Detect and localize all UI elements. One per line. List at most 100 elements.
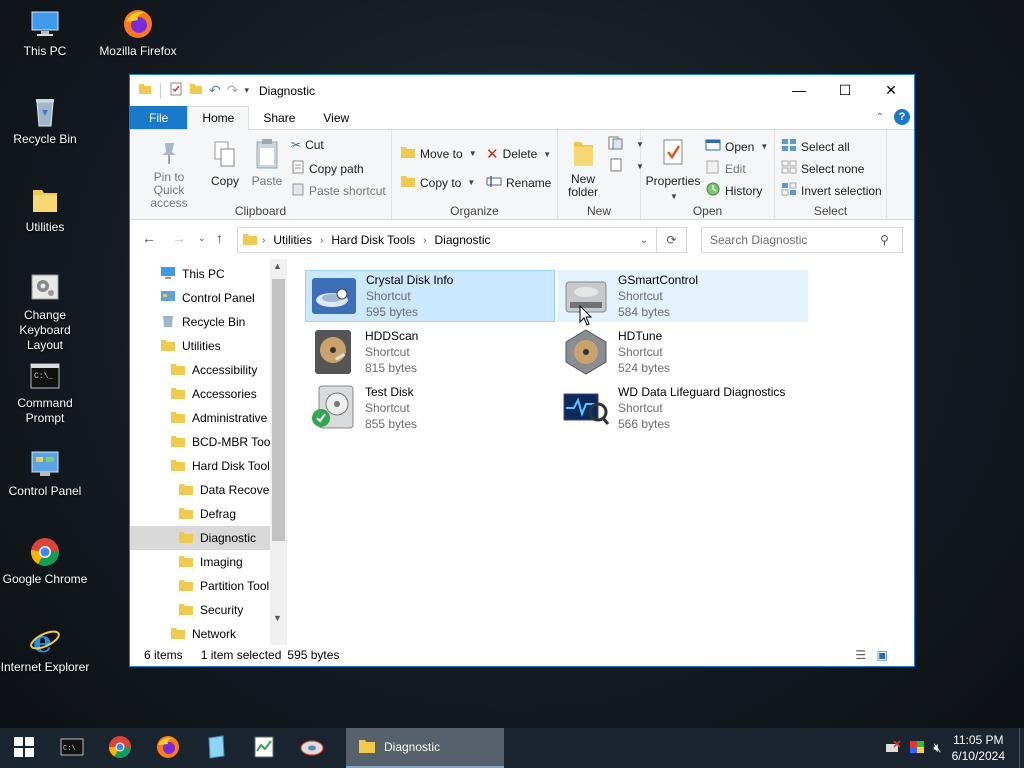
clock-time: 11:05 PM [953,733,1004,747]
file-item-gsmartcontrol[interactable]: GSmartControl Shortcut 584 bytes [558,270,808,322]
file-name: HDTune [618,329,663,343]
minimize-button[interactable]: — [776,75,822,105]
pin-to-quick-access-button[interactable]: Pin to Quick access [136,140,202,210]
delete-button[interactable]: ✕ Delete ▼ [486,145,551,163]
display-color-icon[interactable] [909,740,925,757]
desktop-icon-keyboard-layout[interactable]: Change Keyboard Layout [0,272,90,353]
desktop-icon-label: This PC [23,44,67,58]
paste-button[interactable]: Paste [247,138,287,188]
edit-button[interactable]: Edit [705,160,746,177]
search-box[interactable]: ⚲ [701,227,903,253]
taskbar-task-manager[interactable] [240,728,288,768]
taskbar-firefox[interactable] [144,728,192,768]
taskbar-command-prompt[interactable]: C:\ [48,728,96,768]
status-item-count: 6 items [144,647,183,662]
help-icon[interactable]: ? [894,109,910,125]
taskbar-explorer-diagnostic[interactable]: Diagnostic [346,728,504,768]
tab-home[interactable]: Home [187,106,250,130]
new-item-button[interactable]: ▼ [608,136,644,153]
copy-button[interactable]: Copy [207,140,243,188]
nav-scrollbar[interactable]: ▲ ▼ [270,259,287,645]
maximize-button[interactable]: ☐ [822,75,868,105]
show-desktop-button[interactable] [1019,728,1024,768]
desktop-icon-chrome[interactable]: Google Chrome [0,536,90,587]
desktop-icon-recycle-bin[interactable]: Recycle Bin [0,96,90,147]
file-item-hdtune[interactable]: HDTune Shortcut 524 bytes [558,326,808,378]
paste-shortcut-button[interactable]: Paste shortcut [291,182,386,199]
open-button[interactable]: Open ▼ [705,138,768,155]
undo-icon[interactable]: ↶ [209,82,221,99]
breadcrumb-diagnostic[interactable]: Diagnostic [435,233,491,247]
nav-item-diagnostic[interactable]: Diagnostic [130,526,270,550]
nav-item-recycle-bin[interactable]: Recycle Bin [160,310,287,334]
up-button[interactable]: ↑ [216,230,223,246]
recent-locations-button[interactable]: ⌄ [198,233,206,244]
select-none-button[interactable]: Select none [781,160,864,177]
easy-access-button[interactable]: ▼ [608,158,644,175]
keyboard-settings-icon [29,272,61,304]
scroll-up-icon[interactable]: ▲ [273,261,282,271]
copy-to-button[interactable]: Copy to ▼ [400,174,475,191]
invert-selection-button[interactable]: Invert selection [781,182,882,199]
close-button[interactable]: ✕ [868,75,914,105]
divider [160,82,161,99]
tab-view[interactable]: View [309,106,363,129]
tab-share[interactable]: Share [249,106,309,129]
file-type: Shortcut [365,345,410,359]
desktop-icon-internet-explorer[interactable]: e Internet Explorer [0,624,90,675]
search-input[interactable] [710,233,880,247]
desktop-icon-utilities[interactable]: Utilities [0,184,90,235]
desktop-icon-firefox[interactable]: Mozilla Firefox [93,8,183,59]
chevron-down-icon[interactable]: ⌄ [640,235,648,246]
easy-access-icon [608,158,630,175]
move-to-button[interactable]: Move to ▼ [400,145,477,162]
taskbar-notepad[interactable] [192,728,240,768]
chevron-down-icon[interactable]: ▾ [244,85,249,96]
file-size: 855 bytes [365,417,418,431]
folder-icon [178,530,194,547]
desktop-icon-command-prompt[interactable]: C:\_ Command Prompt [0,360,90,426]
select-all-button[interactable]: Select all [781,138,850,155]
start-button[interactable] [0,728,48,768]
desktop-icon-control-panel[interactable]: Control Panel [0,448,90,499]
file-size: 584 bytes [618,305,671,319]
rename-button[interactable]: Rename [486,174,551,191]
taskbar-disk-tool[interactable] [288,728,336,768]
nav-item-control-panel[interactable]: Control Panel [160,286,287,310]
file-item-test-disk[interactable]: Test Disk Shortcut 855 bytes [305,382,555,434]
redo-icon[interactable]: ↷ [227,82,239,99]
address-bar[interactable]: › Utilities › Hard Disk Tools › Diagnost… [237,227,657,253]
large-icons-view-icon[interactable]: ▣ [877,648,888,662]
properties-icon[interactable] [169,82,183,99]
network-icon[interactable] [885,739,901,757]
cut-button[interactable]: ✂ Cut [291,138,324,152]
properties-button[interactable]: Properties ▼ [646,138,700,203]
refresh-button[interactable]: ⟳ [657,227,687,253]
back-button[interactable]: ← [142,230,156,246]
new-folder-button[interactable]: New folder [564,138,602,199]
file-type: Shortcut [618,345,663,359]
file-item-crystal-disk-info[interactable]: Crystal Disk Info Shortcut 595 bytes [305,270,555,322]
history-button[interactable]: History [705,182,762,199]
details-view-icon[interactable]: ☰ [855,648,866,662]
breadcrumb-hard-disk-tools[interactable]: Hard Disk Tools [331,233,415,247]
scroll-thumb[interactable] [272,279,285,541]
file-item-hddscan[interactable]: HDDScan Shortcut 815 bytes [305,326,555,378]
folder-icon [178,578,194,595]
group-label: Organize [450,204,499,218]
forward-button[interactable]: → [172,230,186,246]
collapse-ribbon-icon[interactable]: ⌃ [876,112,884,123]
taskbar-chrome[interactable] [96,728,144,768]
clock[interactable]: 11:05 PM 6/10/2024 [952,732,1005,764]
new-folder-icon[interactable] [189,82,203,99]
copy-path-button[interactable]: Copy path [291,160,364,177]
scroll-down-icon[interactable]: ▼ [273,613,282,623]
nav-item-this-pc[interactable]: This PC [160,262,287,286]
nav-item-utilities[interactable]: Utilities [160,334,287,358]
breadcrumb-utilities[interactable]: Utilities [273,233,312,247]
volume-muted-icon[interactable]: 🔇︎ [933,740,941,756]
quick-access-toolbar: ↶ ↷ ▾ [130,82,249,99]
desktop-icon-this-pc[interactable]: This PC [0,8,90,59]
tab-file[interactable]: File [130,106,188,129]
file-item-wd-data-lifeguard[interactable]: WD Data Lifeguard Diagnostics Shortcut 5… [558,382,808,434]
